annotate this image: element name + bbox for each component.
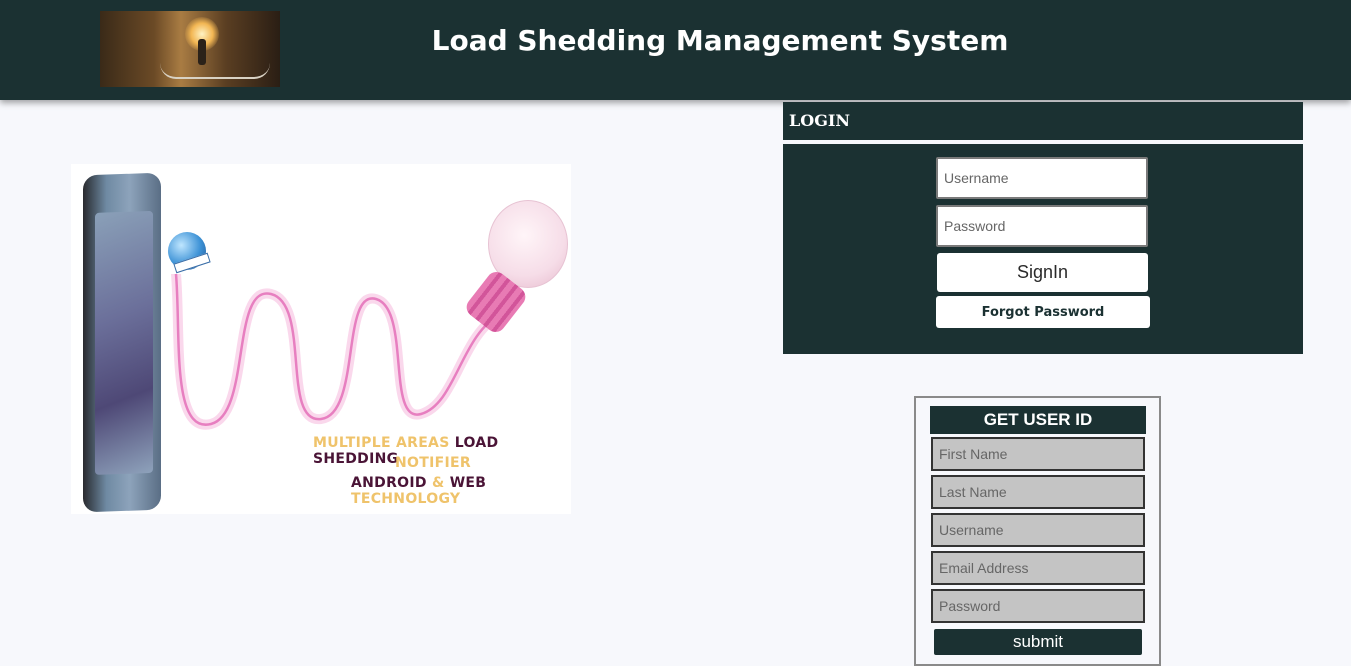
globe-icon — [168, 232, 211, 274]
lightbulb-icon — [462, 200, 568, 337]
register-username-input[interactable] — [931, 513, 1145, 547]
url-tag — [173, 252, 211, 274]
top-header: Load Shedding Management System — [0, 0, 1351, 100]
phone-screen — [95, 210, 153, 475]
get-user-id-form: GET USER ID submit — [914, 396, 1161, 666]
figure-silhouette — [198, 39, 206, 65]
signin-button[interactable]: SignIn — [937, 253, 1148, 292]
smartphone-illustration — [83, 172, 161, 513]
power-cord — [160, 63, 270, 79]
login-password-input[interactable] — [936, 205, 1148, 247]
site-title: Load Shedding Management System — [431, 24, 1009, 57]
login-panel: SignIn Forgot Password — [783, 144, 1303, 354]
last-name-input[interactable] — [931, 475, 1145, 509]
logo-image — [100, 11, 280, 87]
banner-line-3: ANDROID & WEB TECHNOLOGY — [351, 475, 487, 507]
submit-button[interactable]: submit — [934, 629, 1142, 655]
login-username-input[interactable] — [936, 157, 1148, 199]
banner-line-2: NOTIFIER — [395, 455, 471, 471]
promo-banner-image: MULTIPLE AREAS LOAD SHEDDING NOTIFIER AN… — [71, 164, 571, 514]
login-heading: LOGIN — [783, 102, 1303, 140]
email-address-input[interactable] — [931, 551, 1145, 585]
register-password-input[interactable] — [931, 589, 1145, 623]
first-name-input[interactable] — [931, 437, 1145, 471]
forgot-password-button[interactable]: Forgot Password — [936, 296, 1150, 328]
get-user-id-heading: GET USER ID — [930, 406, 1146, 434]
neon-wave — [171, 274, 506, 430]
